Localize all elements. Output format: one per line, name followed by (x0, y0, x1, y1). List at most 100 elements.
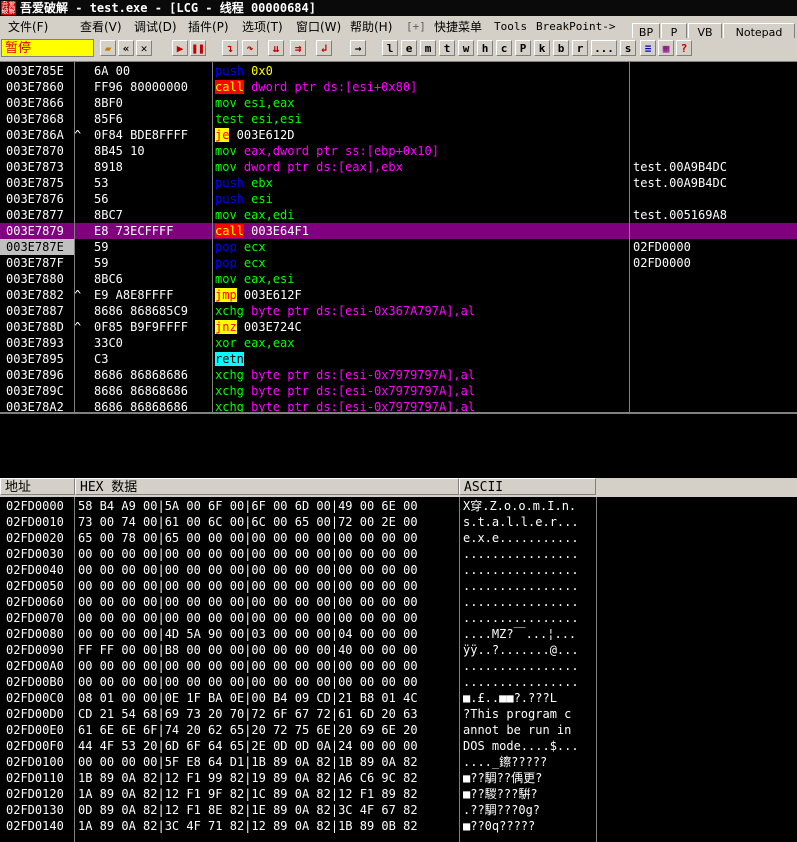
disasm-row[interactable]: 003E7868 85F6 test esi,esi (0, 111, 797, 127)
plugin-icon[interactable]: ▦ (658, 40, 674, 56)
disasm-row[interactable]: 003E7873 8918 mov dword ptr ds:[eax],ebx te… (0, 159, 797, 175)
dump-hex: 00 00 00 00|00 00 00 00|00 00 00 00|00 0… (78, 659, 418, 673)
menu-window[interactable]: 窗口(W) (296, 17, 341, 37)
mnemonic: push (215, 64, 244, 78)
more-button[interactable]: ... (591, 40, 617, 56)
dump-row[interactable]: 02FD0090 FF FF 00 00|B8 00 00 00|00 00 00… (0, 642, 797, 658)
disasm-row[interactable]: 003E7896 8686 86868686 xchg byte ptr ds:[e… (0, 367, 797, 383)
letter-t-button[interactable]: t (439, 40, 455, 56)
goto-icon[interactable]: → (350, 40, 366, 56)
menu-view[interactable]: 查看(V) (80, 17, 122, 37)
dump-address: 02FD0080 (6, 627, 64, 641)
run-icon[interactable]: ▶ (172, 40, 188, 56)
disasm-row[interactable]: 003E7866 8BF0 mov esi,eax (0, 95, 797, 111)
disasm-row[interactable]: 003E7895 C3 retn (0, 351, 797, 367)
menu-debug[interactable]: 调试(D) (134, 17, 177, 37)
letter-w-button[interactable]: w (458, 40, 474, 56)
dump-row[interactable]: 02FD0120 1A 89 0A 82|12 F1 9F 82|1C 89 0A… (0, 786, 797, 802)
dump-row[interactable]: 02FD0060 00 00 00 00|00 00 00 00|00 00 00… (0, 594, 797, 610)
dump-row[interactable]: 02FD0080 00 00 00 00|4D 5A 90 00|03 00 00… (0, 626, 797, 642)
disasm-row[interactable]: 003E7893 33C0 xor eax,eax (0, 335, 797, 351)
disasm-row[interactable]: 003E7879 E8 73ECFFFF call 003E64F1 (0, 223, 797, 239)
disasm-row[interactable]: 003E78A2 8686 86868686 xchg byte ptr ds:[e… (0, 399, 797, 412)
step-over-icon[interactable]: ↷ (242, 40, 258, 56)
menu-expand[interactable]: [+] (406, 17, 426, 37)
dump-row[interactable]: 02FD00D0 CD 21 54 68|69 73 20 70|72 6F 67… (0, 706, 797, 722)
letter-c-button[interactable]: c (496, 40, 512, 56)
dump-row[interactable]: 02FD00F0 44 4F 53 20|6D 6F 64 65|2E 0D 0D… (0, 738, 797, 754)
dump-pane[interactable]: 02FD0000 58 B4 A9 00|5A 00 6F 00|6F 00 6D… (0, 497, 797, 842)
dump-address: 02FD00E0 (6, 723, 64, 737)
dump-row[interactable]: 02FD0020 65 00 78 00|65 00 00 00|00 00 00… (0, 530, 797, 546)
disasm-row[interactable]: 003E7877 8BC7 mov eax,edi test.005169A8 (0, 207, 797, 223)
disasm-row[interactable]: 003E7875 53 push ebx test.00A9B4DC (0, 175, 797, 191)
disasm-hex: 8686 86868686 (94, 368, 188, 382)
disasm-row[interactable]: 003E785E 6A 00 push 0x0 (0, 63, 797, 79)
execute-till-return-icon[interactable]: ↲ (316, 40, 332, 56)
dump-row[interactable]: 02FD0050 00 00 00 00|00 00 00 00|00 00 00… (0, 578, 797, 594)
disasm-row[interactable]: 003E786A ^ 0F84 BDE8FFFF je 003E612D (0, 127, 797, 143)
letter-k-button[interactable]: k (534, 40, 550, 56)
restart-icon[interactable]: « (118, 40, 134, 56)
menu-breakpoint[interactable]: BreakPoint-> (536, 17, 615, 37)
menu-file[interactable]: 文件(F) (8, 17, 48, 37)
column-divider (74, 497, 75, 842)
open-icon[interactable]: ▰ (100, 40, 116, 56)
close-icon[interactable]: ✕ (136, 40, 152, 56)
letter-s-button[interactable]: s (620, 40, 636, 56)
dump-header-address[interactable]: 地址 (0, 478, 75, 495)
pause-icon[interactable]: ❚❚ (190, 40, 206, 56)
letter-p-button[interactable]: P (515, 40, 531, 56)
dump-row[interactable]: 02FD0130 0D 89 0A 82|12 F1 8E 82|1E 89 0A… (0, 802, 797, 818)
menu-quick[interactable]: 快捷菜单 (434, 17, 482, 37)
dump-row[interactable]: 02FD00B0 00 00 00 00|00 00 00 00|00 00 00… (0, 674, 797, 690)
dump-row[interactable]: 02FD00A0 00 00 00 00|00 00 00 00|00 00 00… (0, 658, 797, 674)
disassembly-pane[interactable]: 003E785E 6A 00 push 0x0 003E7860 FF96 800000… (0, 61, 797, 412)
disasm-row[interactable]: 003E7880 8BC6 mov eax,esi (0, 271, 797, 287)
disasm-hex: 59 (94, 256, 109, 270)
dump-row[interactable]: 02FD0140 1A 89 0A 82|3C 4F 71 82|12 89 0A… (0, 818, 797, 834)
help-icon[interactable]: ? (676, 40, 692, 56)
trace-into-icon[interactable]: ⇊ (268, 40, 284, 56)
dump-row[interactable]: 02FD0100 00 00 00 00|5F E8 64 D1|1B 89 0A… (0, 754, 797, 770)
disasm-row[interactable]: 003E7876 56 push esi (0, 191, 797, 207)
disasm-row[interactable]: 003E788D ^ 0F85 B9F9FFFF jnz 003E724C (0, 319, 797, 335)
dump-row[interactable]: 02FD0030 00 00 00 00|00 00 00 00|00 00 00… (0, 546, 797, 562)
column-divider (596, 497, 597, 842)
letter-l-button[interactable]: l (382, 40, 398, 56)
dump-row[interactable]: 02FD0070 00 00 00 00|00 00 00 00|00 00 00… (0, 610, 797, 626)
menu-plugins[interactable]: 插件(P) (188, 17, 229, 37)
options-icon[interactable]: ≡ (640, 40, 656, 56)
letter-e-button[interactable]: e (401, 40, 417, 56)
dump-ascii: ■.£..■■?.???L (463, 691, 557, 705)
operands: ecx (236, 256, 266, 270)
menu-tools[interactable]: Tools (494, 17, 527, 37)
menu-options[interactable]: 选项(T) (242, 17, 283, 37)
step-into-icon[interactable]: ↴ (222, 40, 238, 56)
disasm-row[interactable]: 003E7887 8686 868685C9 xchg byte ptr ds:[e… (0, 303, 797, 319)
dump-hex: 00 00 00 00|00 00 00 00|00 00 00 00|00 0… (78, 547, 418, 561)
dump-row[interactable]: 02FD0110 1B 89 0A 82|12 F1 99 82|19 89 0A… (0, 770, 797, 786)
menu-help[interactable]: 帮助(H) (350, 17, 392, 37)
dump-row[interactable]: 02FD0000 58 B4 A9 00|5A 00 6F 00|6F 00 6D… (0, 498, 797, 514)
dump-header-ascii[interactable]: ASCII (459, 478, 596, 495)
letter-b-button[interactable]: b (553, 40, 569, 56)
dump-row[interactable]: 02FD0040 00 00 00 00|00 00 00 00|00 00 00… (0, 562, 797, 578)
letter-m-button[interactable]: m (420, 40, 436, 56)
dump-row[interactable]: 02FD0010 73 00 74 00|61 00 6C 00|6C 00 65… (0, 514, 797, 530)
disasm-row[interactable]: 003E789C 8686 86868686 xchg byte ptr ds:[e… (0, 383, 797, 399)
letter-r-button[interactable]: r (572, 40, 588, 56)
trace-over-icon[interactable]: ⇉ (290, 40, 306, 56)
dump-row[interactable]: 02FD00C0 08 01 00 00|0E 1F BA 0E|00 B4 09… (0, 690, 797, 706)
dump-address: 02FD0020 (6, 531, 64, 545)
disasm-row[interactable]: 003E7860 FF96 80000000 call dword ptr ds:[… (0, 79, 797, 95)
dump-header-hex[interactable]: HEX 数据 (75, 478, 459, 495)
disasm-row[interactable]: 003E7882 ^ E9 A8E8FFFF jmp 003E612F (0, 287, 797, 303)
disasm-row[interactable]: 003E787F 59 pop ecx 02FD0000 (0, 255, 797, 271)
info-pane[interactable] (0, 412, 797, 478)
disasm-row[interactable]: 003E7870 8B45 10 mov eax,dword ptr ss:[ebp… (0, 143, 797, 159)
dump-row[interactable]: 02FD00E0 61 6E 6E 6F|74 20 62 65|20 72 75… (0, 722, 797, 738)
disasm-hex: 8B45 10 (94, 144, 145, 158)
disasm-row[interactable]: 003E787E 59 pop ecx 02FD0000 (0, 239, 797, 255)
letter-h-button[interactable]: h (477, 40, 493, 56)
